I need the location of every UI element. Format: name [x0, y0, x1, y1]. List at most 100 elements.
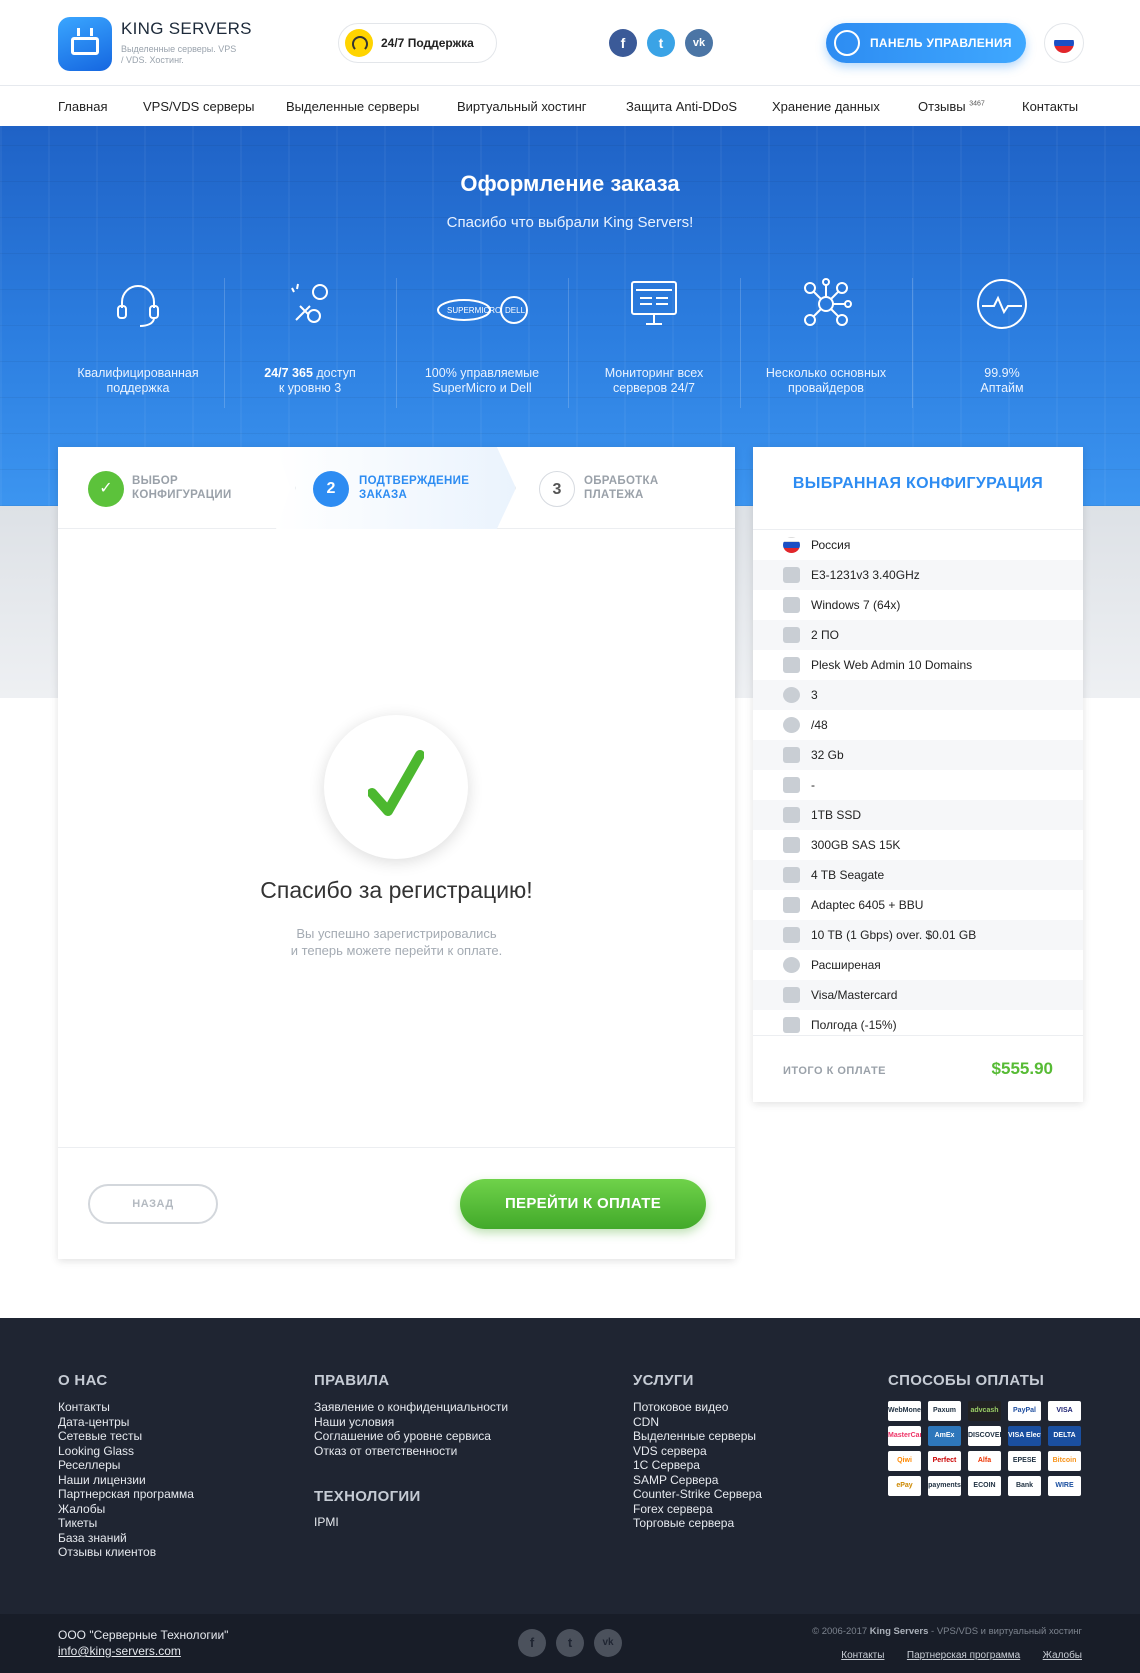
- feature-text-2: к уровню 3: [278, 381, 342, 395]
- page-subtitle: Спасибо что выбрали King Servers!: [446, 214, 694, 231]
- footer-link[interactable]: Looking Glass: [58, 1444, 194, 1459]
- config-value: /48: [811, 718, 828, 732]
- contact-email-link[interactable]: info@king-servers.com: [58, 1644, 181, 1658]
- facebook-icon[interactable]: f: [518, 1629, 546, 1657]
- page-title: Оформление заказа: [460, 171, 680, 196]
- nav-home[interactable]: Главная: [58, 99, 107, 114]
- ram-icon: [783, 747, 800, 763]
- footer-rules-links: Заявление о конфиденциальности Наши усло…: [314, 1400, 508, 1458]
- step-1-label[interactable]: ВЫБОР КОНФИГУРАЦИИ: [132, 474, 232, 502]
- advcash-logo-icon: advcash: [968, 1401, 1001, 1421]
- config-row: 10 TB (1 Gbps) over. $0.01 GB: [753, 920, 1083, 950]
- feature-text-1: Несколько основных: [765, 366, 887, 380]
- nav-reviews-label: Отзывы: [918, 99, 966, 114]
- footer-link[interactable]: Жалобы: [58, 1502, 194, 1517]
- nav-reviews[interactable]: Отзывы 3467: [918, 99, 985, 114]
- step-1-check-icon[interactable]: ✓: [88, 471, 124, 507]
- step-2-label: ПОДТВЕРЖДЕНИЕ ЗАКАЗА: [359, 474, 469, 502]
- nav-hosting[interactable]: Виртуальный хостинг: [457, 99, 587, 114]
- step-label-line: ОБРАБОТКА: [584, 475, 659, 487]
- main-navigation: Главная VPS/VDS серверы Выделенные серве…: [0, 86, 1140, 126]
- footer-link[interactable]: Наши лицензии: [58, 1473, 194, 1488]
- reviews-count: 3467: [969, 100, 985, 108]
- footer-link[interactable]: Реселлеры: [58, 1458, 194, 1473]
- footer-link[interactable]: 1С Сервера: [633, 1458, 762, 1473]
- footer-link[interactable]: Counter-Strike Сервера: [633, 1487, 762, 1502]
- brand-name[interactable]: KING SERVERS: [121, 19, 252, 39]
- twitter-icon[interactable]: t: [647, 29, 675, 57]
- footer-link[interactable]: Соглашение об уровне сервиса: [314, 1429, 508, 1444]
- copyright-brand: King Servers: [869, 1626, 929, 1637]
- monitor-icon: [631, 281, 677, 325]
- footer-link[interactable]: Контакты: [58, 1400, 194, 1415]
- back-button[interactable]: НАЗАД: [88, 1184, 218, 1224]
- footer-link[interactable]: Потоковое видео: [633, 1400, 762, 1415]
- proceed-to-payment-button[interactable]: ПЕРЕЙТИ К ОПЛАТЕ: [460, 1179, 706, 1229]
- footer-link[interactable]: Наши условия: [314, 1415, 508, 1430]
- mastercard-logo-icon: MasterCard: [888, 1426, 921, 1446]
- footer-tech-title: ТЕХНОЛОГИИ: [314, 1488, 421, 1505]
- bottom-link-contacts[interactable]: Контакты: [841, 1650, 884, 1661]
- facebook-icon[interactable]: f: [609, 29, 637, 57]
- feature-text-1: доступ: [312, 366, 356, 380]
- config-value: Visa/Mastercard: [811, 988, 898, 1002]
- step-label-line: ЗАКАЗА: [359, 489, 408, 501]
- ecoin-logo-icon: ECOIN: [968, 1476, 1001, 1496]
- footer-link[interactable]: База знаний: [58, 1531, 194, 1546]
- nav-storage[interactable]: Хранение данных: [772, 99, 880, 114]
- footer-link[interactable]: SAMP Сервера: [633, 1473, 762, 1488]
- footer-link[interactable]: Forex сервера: [633, 1502, 762, 1517]
- config-row: 300GB SAS 15K: [753, 830, 1083, 860]
- footer-link[interactable]: IPMI: [314, 1515, 339, 1530]
- raid-icon: [783, 897, 800, 913]
- order-steps: ✓ ВЫБОР КОНФИГУРАЦИИ 2 ПОДТВЕРЖДЕНИЕ ЗАКАЗ…: [58, 447, 735, 529]
- footer-link[interactable]: CDN: [633, 1415, 762, 1430]
- footer-link[interactable]: Тикеты: [58, 1516, 194, 1531]
- config-row: Visa/Mastercard: [753, 980, 1083, 1010]
- vk-icon[interactable]: vk: [594, 1629, 622, 1657]
- total-label: ИТОГО К ОПЛАТЕ: [783, 1065, 887, 1077]
- flag-russia-icon: [783, 537, 800, 553]
- footer-link[interactable]: Сетевые тесты: [58, 1429, 194, 1444]
- feature-hardware: SUPERMICRO DELL 100% управляемые SuperMicr…: [396, 276, 568, 406]
- twitter-icon[interactable]: t: [556, 1629, 584, 1657]
- control-panel-button[interactable]: ПАНЕЛЬ УПРАВЛЕНИЯ: [826, 23, 1026, 63]
- config-value: 2 ПО: [811, 628, 839, 642]
- feature-text-1: 99.9%: [984, 366, 1020, 380]
- config-value: Plesk Web Admin 10 Domains: [811, 658, 973, 672]
- perfect-money-logo-icon: Perfect: [928, 1451, 961, 1471]
- footer-link[interactable]: Выделенные серверы: [633, 1429, 762, 1444]
- footer-link[interactable]: Отказ от ответственности: [314, 1444, 508, 1459]
- hdd-icon: [783, 867, 800, 883]
- config-row: Расширеная: [753, 950, 1083, 980]
- total-price: $555.90: [991, 1059, 1053, 1078]
- footer-link[interactable]: Дата-центры: [58, 1415, 194, 1430]
- king-servers-logo-icon[interactable]: [58, 17, 112, 71]
- config-title: ВЫБРАННАЯ КОНФИГУРАЦИЯ: [792, 475, 1044, 492]
- step-2-number: 2: [313, 471, 349, 507]
- nav-contacts[interactable]: Контакты: [1022, 99, 1078, 114]
- bottom-link-partners[interactable]: Партнерская программа: [907, 1650, 1020, 1661]
- footer-link[interactable]: Отзывы клиентов: [58, 1545, 194, 1560]
- footer-services-title: УСЛУГИ: [633, 1372, 694, 1389]
- svg-text:DELL: DELL: [505, 306, 526, 315]
- paypal-logo-icon: PayPal: [1008, 1401, 1041, 1421]
- nav-anti-ddos[interactable]: Защита Anti-DDoS: [626, 99, 737, 114]
- bottom-link-complaints[interactable]: Жалобы: [1043, 1650, 1082, 1661]
- nav-dedicated[interactable]: Выделенные серверы: [286, 99, 419, 114]
- footer-about-links: Контакты Дата-центры Сетевые тесты Looki…: [58, 1400, 194, 1560]
- flag-russia-icon: [1054, 33, 1074, 53]
- footer-link[interactable]: Партнерская программа: [58, 1487, 194, 1502]
- vk-icon[interactable]: vk: [685, 29, 713, 57]
- footer-link[interactable]: Торговые сервера: [633, 1516, 762, 1531]
- config-list: Россия E3-1231v3 3.40GHz Windows 7 (64x)…: [753, 530, 1083, 1040]
- step-label-line: ПЛАТЕЖА: [584, 489, 644, 501]
- nav-vps[interactable]: VPS/VDS серверы: [143, 99, 255, 114]
- support-button[interactable]: 24/7 Поддержка: [338, 23, 497, 63]
- ipv6-icon: [783, 717, 800, 733]
- language-selector[interactable]: [1044, 23, 1084, 63]
- footer-link[interactable]: Заявление о конфиденциальности: [314, 1400, 508, 1415]
- traffic-icon: [783, 927, 800, 943]
- config-value: Россия: [811, 538, 851, 552]
- footer-link[interactable]: VDS сервера: [633, 1444, 762, 1459]
